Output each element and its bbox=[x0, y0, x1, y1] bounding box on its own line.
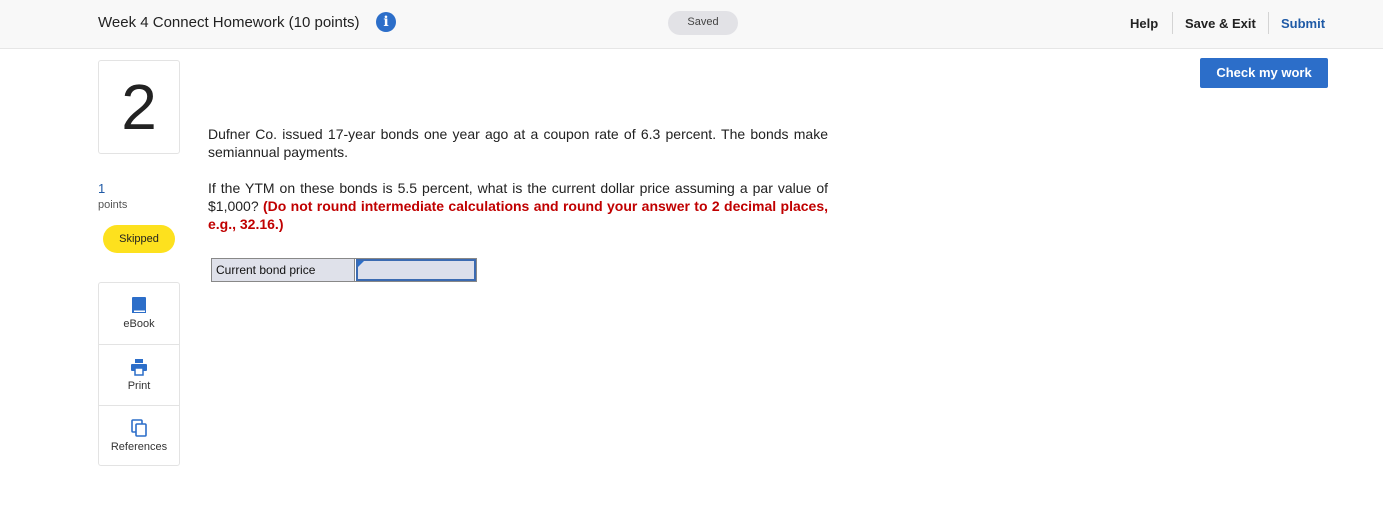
points-label: points bbox=[98, 199, 128, 211]
check-my-work-button[interactable]: Check my work bbox=[1200, 58, 1328, 88]
book-icon bbox=[132, 297, 146, 313]
help-link[interactable]: Help bbox=[1130, 16, 1158, 31]
divider bbox=[1268, 12, 1269, 34]
info-icon[interactable]: i bbox=[376, 12, 396, 32]
points-value: 1 bbox=[98, 181, 106, 196]
answer-table: Current bond price bbox=[211, 258, 477, 282]
divider bbox=[1172, 12, 1173, 34]
references-button[interactable]: References bbox=[99, 405, 179, 466]
submit-link[interactable]: Submit bbox=[1281, 16, 1325, 31]
question-paragraph: If the YTM on these bonds is 5.5 percent… bbox=[208, 179, 828, 233]
flag-icon bbox=[358, 261, 364, 267]
copy-icon bbox=[131, 419, 147, 437]
assignment-title: Week 4 Connect Homework (10 points) bbox=[98, 14, 360, 31]
status-badge: Skipped bbox=[103, 225, 175, 253]
top-bar: Week 4 Connect Homework (10 points) i Sa… bbox=[0, 0, 1383, 49]
print-button[interactable]: Print bbox=[99, 344, 179, 405]
bond-price-input[interactable] bbox=[356, 259, 476, 281]
question-number: 2 bbox=[98, 60, 180, 154]
saved-status-badge: Saved bbox=[668, 11, 738, 35]
answer-label: Current bond price bbox=[212, 259, 355, 281]
tool-label: References bbox=[110, 441, 168, 453]
tool-label: eBook bbox=[123, 318, 155, 330]
save-exit-link[interactable]: Save & Exit bbox=[1185, 16, 1256, 31]
tool-label: Print bbox=[127, 380, 151, 392]
tools-panel: eBook Print References bbox=[98, 282, 180, 466]
ebook-button[interactable]: eBook bbox=[99, 283, 179, 343]
rounding-instruction: (Do not round intermediate calculations … bbox=[208, 198, 828, 232]
printer-icon bbox=[131, 359, 147, 376]
question-paragraph: Dufner Co. issued 17-year bonds one year… bbox=[208, 126, 828, 160]
